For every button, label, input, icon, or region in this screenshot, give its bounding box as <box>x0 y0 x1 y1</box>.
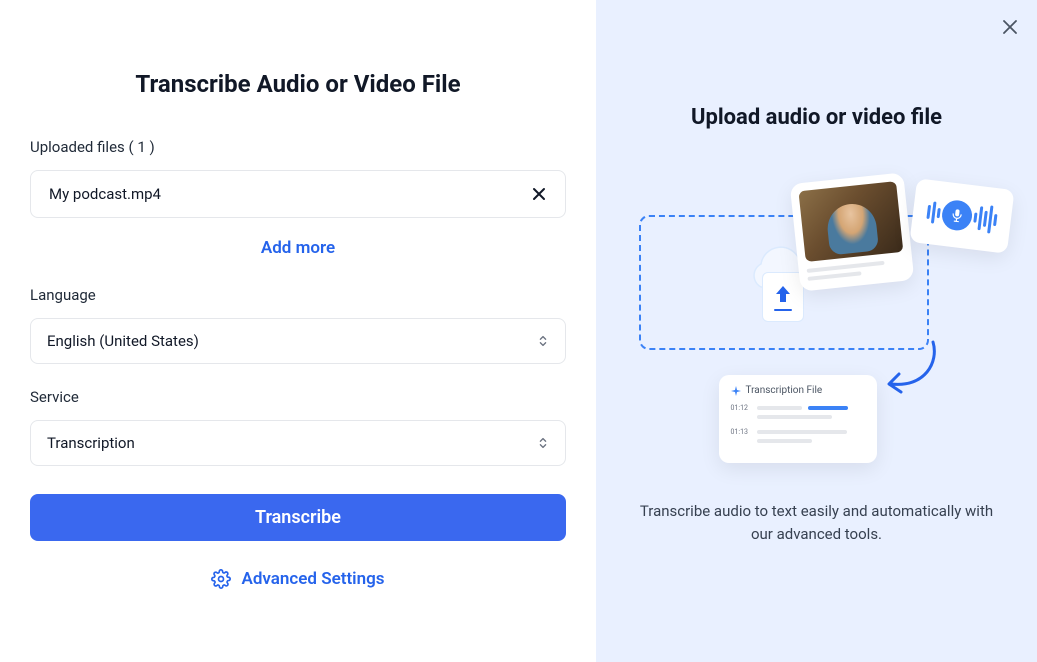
audio-preview-card <box>909 178 1014 253</box>
right-description: Transcribe audio to text easily and auto… <box>632 500 1002 545</box>
video-text-placeholder <box>806 259 905 283</box>
chevron-updown-icon <box>537 334 549 348</box>
language-select[interactable]: English (United States) <box>30 318 566 364</box>
right-title: Upload audio or video file <box>691 105 942 130</box>
transcribe-button[interactable]: Transcribe <box>30 494 566 541</box>
chevron-updown-icon <box>537 436 549 450</box>
advanced-settings-button[interactable]: Advanced Settings <box>30 569 566 589</box>
uploaded-files-label: Uploaded files ( 1 ) <box>30 138 566 156</box>
remove-file-icon[interactable] <box>531 186 547 202</box>
transcription-time: 01:13 <box>731 428 751 436</box>
illustration: Transcription File 01:12 01:13 <box>627 180 1007 480</box>
microphone-icon <box>940 199 973 232</box>
upload-arrow-icon <box>774 284 792 306</box>
arrow-icon <box>885 340 945 400</box>
upload-underline <box>774 309 792 311</box>
transcription-row: 01:12 <box>731 404 865 412</box>
transcription-preview-card: Transcription File 01:12 01:13 <box>719 375 877 463</box>
file-name: My podcast.mp4 <box>49 185 161 203</box>
video-preview-card <box>789 172 914 291</box>
uploaded-file-item: My podcast.mp4 <box>30 170 566 218</box>
gear-icon <box>211 569 231 589</box>
upload-card <box>762 272 804 322</box>
sparkle-icon <box>731 386 741 396</box>
language-value: English (United States) <box>47 332 199 350</box>
page-title: Transcribe Audio or Video File <box>30 70 566 98</box>
advanced-settings-label: Advanced Settings <box>241 569 384 589</box>
transcription-card-title: Transcription File <box>731 385 865 396</box>
service-label: Service <box>30 388 566 406</box>
service-value: Transcription <box>47 434 135 452</box>
language-label: Language <box>30 286 566 304</box>
add-more-button[interactable]: Add more <box>30 238 566 258</box>
video-thumbnail <box>798 181 903 262</box>
close-icon[interactable] <box>1001 18 1019 36</box>
transcription-time: 01:12 <box>731 404 751 412</box>
left-panel: Transcribe Audio or Video File Uploaded … <box>0 0 596 662</box>
transcription-row: 01:13 <box>731 428 865 436</box>
service-select[interactable]: Transcription <box>30 420 566 466</box>
right-panel: Upload audio or video file <box>596 0 1037 662</box>
